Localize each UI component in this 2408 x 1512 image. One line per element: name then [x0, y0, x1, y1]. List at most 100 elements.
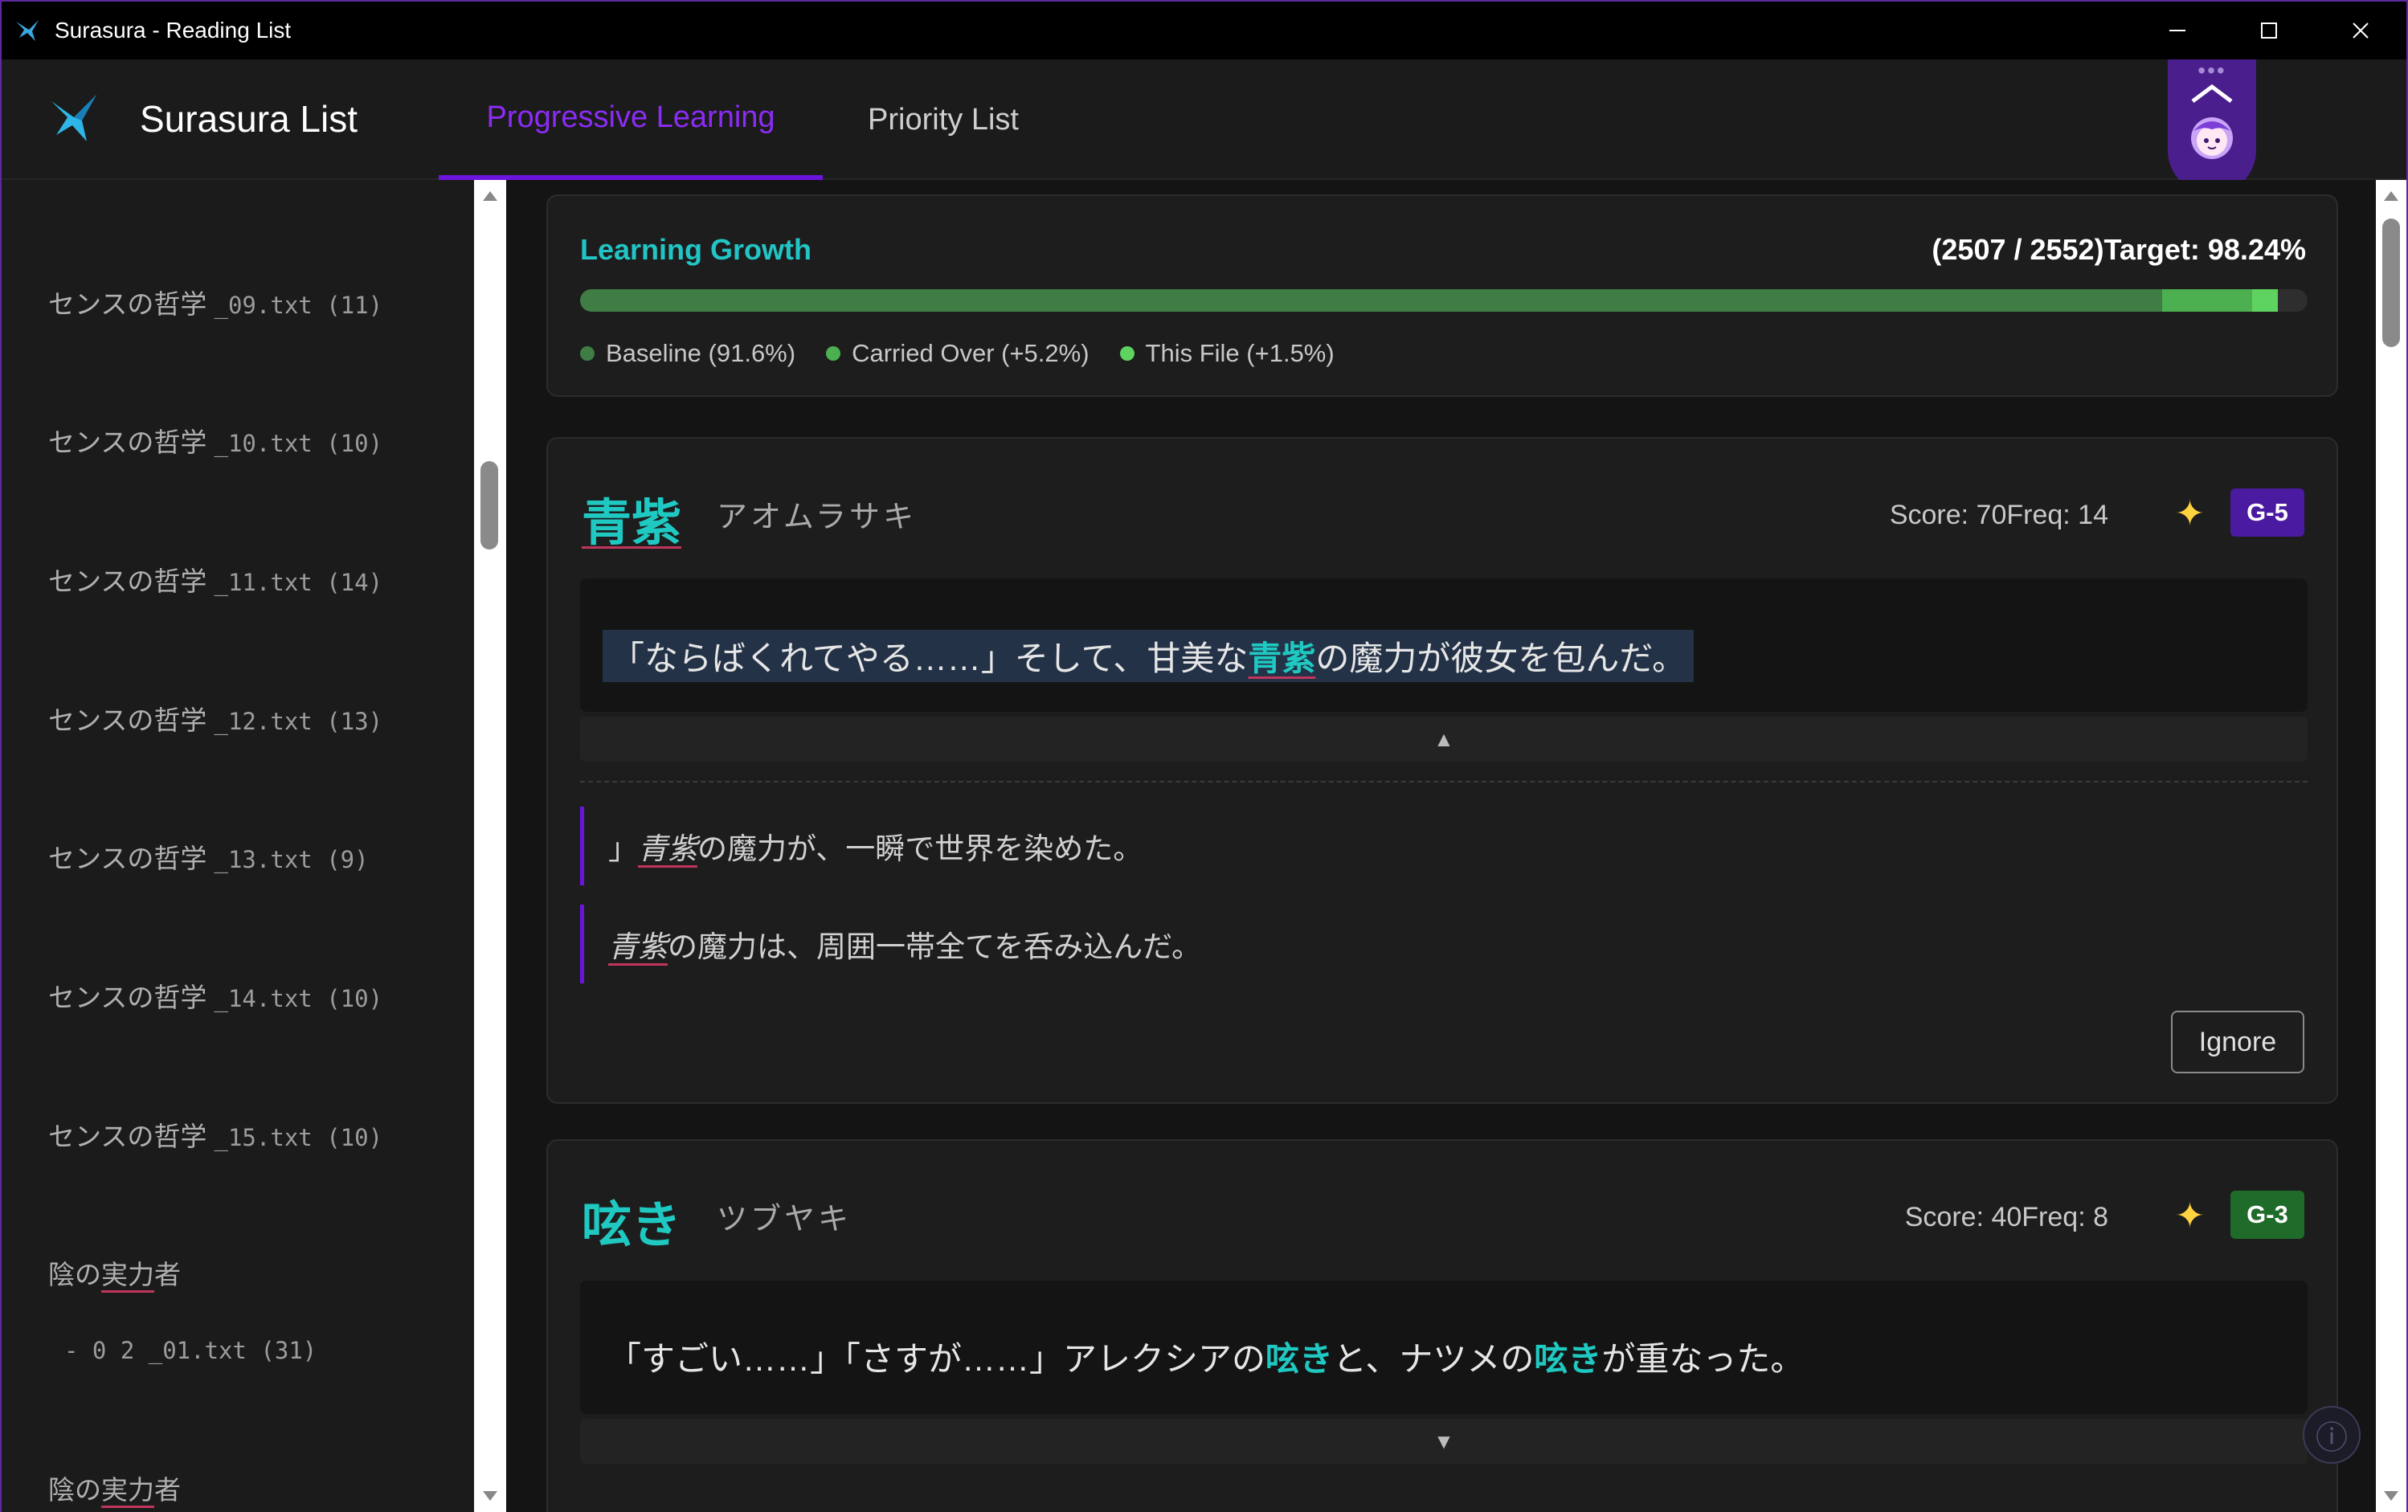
sidebar-subitem[interactable]: - 0 2 _01.txt (31) — [64, 1337, 317, 1364]
collapse-examples-toggle[interactable]: ▲ — [580, 717, 2308, 762]
word-score: Score: 40Freq: 8 — [1904, 1202, 2108, 1232]
sidebar-item-title: センスの哲学 — [48, 1122, 215, 1151]
sentence-text: が重なった。 — [1601, 1340, 1805, 1378]
grade-badge: G-5 — [2230, 488, 2304, 537]
group-title-part: 陰の — [48, 1475, 101, 1505]
growth-title: Learning Growth — [580, 233, 812, 266]
sidebar-item-title: センスの哲学 — [48, 427, 215, 457]
sidebar-scrollbar[interactable] — [474, 180, 506, 1512]
sidebar-scroll-thumb[interactable] — [480, 461, 498, 550]
example-text: の魔力は、周囲一帯全てを呑み込んだ。 — [668, 930, 1202, 963]
grade-badge: G-3 — [2230, 1191, 2304, 1239]
sidebar-group-title[interactable]: 陰の実力者 — [48, 1469, 181, 1507]
example-sentence: 」青紫 の魔力が、一瞬で世界を染めた。 — [580, 807, 1143, 885]
minimize-button[interactable] — [2132, 2, 2223, 59]
legend-label: Carried Over (+5.2%) — [852, 339, 1090, 367]
sidebar-item[interactable]: センスの哲学 _14.txt (10) — [48, 976, 382, 1015]
sidebar-item-file: _11.txt (14) — [214, 569, 383, 596]
example-highlight: 青紫 — [638, 832, 697, 865]
sidebar: センスの哲学 _09.txt (11) センスの哲学 _10.txt (10) … — [2, 180, 474, 1512]
hummingbird-icon — [14, 16, 43, 45]
more-dots-icon: ••• — [2197, 58, 2226, 83]
expand-examples-toggle[interactable]: ▼ — [580, 1419, 2308, 1464]
close-button[interactable] — [2315, 2, 2406, 59]
word-reading: ツブヤキ — [717, 1203, 852, 1236]
sidebar-item[interactable]: センスの哲学 _11.txt (14) — [48, 560, 382, 599]
word-heading: 呟き — [582, 1198, 682, 1253]
maximize-button[interactable] — [2223, 2, 2315, 59]
sidebar-item-title: センスの哲学 — [48, 289, 215, 319]
main-scrollbar[interactable] — [2376, 180, 2406, 1512]
group-title-part: 陰の — [48, 1260, 101, 1289]
word-heading: 青紫 — [582, 496, 682, 551]
example-text: 」 — [608, 832, 638, 865]
scroll-down-arrow-icon[interactable] — [2382, 1490, 2400, 1502]
sentence-highlight: 青紫 — [1248, 640, 1316, 677]
context-sentence[interactable]: 「すごい……」「さすが……」アレクシアの呟きと、ナツメの呟きが重なった。 — [607, 1332, 1804, 1381]
sentence-text: 「すごい……」「さすが……」アレクシアの — [607, 1340, 1266, 1378]
sentence-text: の魔力が彼女を包んだ。 — [1315, 640, 1686, 677]
info-icon[interactable]: ⓘ — [2303, 1406, 2361, 1464]
sentence-box: 「すごい……」「さすが……」アレクシアの呟きと、ナツメの呟きが重なった。 — [580, 1281, 2308, 1414]
ignore-button[interactable]: Ignore — [2171, 1011, 2304, 1073]
group-title-underlined: 実力 — [101, 1260, 154, 1289]
legend-label: Baseline (91.6%) — [606, 339, 796, 367]
maximize-icon — [2261, 22, 2277, 39]
sidebar-item-title: センスの哲学 — [48, 705, 215, 735]
sentence-box: 「ならばくれてやる……」そして、甘美な青紫の魔力が彼女を包んだ。 — [580, 578, 2308, 712]
growth-target: (2507 / 2552)Target: 98.24% — [1932, 233, 2306, 266]
sidebar-item[interactable]: センスの哲学 _10.txt (10) — [48, 421, 382, 460]
word-score: Score: 70Freq: 14 — [1889, 500, 2108, 530]
context-sentence[interactable]: 「ならばくれてやる……」そして、甘美な青紫の魔力が彼女を包んだ。 — [603, 630, 1695, 682]
tab-priority-list[interactable]: Priority List — [823, 59, 1064, 180]
mascot-collapse-button[interactable]: ••• — [2168, 59, 2256, 194]
divider — [580, 781, 2308, 783]
sidebar-item-title: センスの哲学 — [48, 844, 215, 873]
legend-dot-icon — [580, 346, 595, 361]
brand: Surasura List — [47, 90, 358, 148]
sentence-highlight: 呟き — [1265, 1340, 1334, 1378]
hummingbird-logo-icon — [47, 90, 104, 148]
sidebar-item[interactable]: センスの哲学 _12.txt (13) — [48, 699, 382, 738]
word-card: 青紫 アオムラサキ Score: 70Freq: 14 ✦ G-5 「ならばくれ… — [546, 437, 2338, 1104]
group-title-part: 者 — [154, 1475, 181, 1505]
sidebar-item-file: _14.txt (10) — [214, 985, 383, 1012]
main-content: Learning Growth (2507 / 2552)Target: 98.… — [506, 180, 2379, 1512]
example-sentence: 青紫 の魔力は、周囲一帯全てを呑み込んだ。 — [580, 905, 1201, 983]
legend-dot-icon — [826, 346, 841, 361]
minimize-icon — [2169, 30, 2185, 31]
brand-title: Surasura List — [140, 98, 358, 140]
scroll-up-arrow-icon[interactable] — [2382, 190, 2400, 202]
growth-legend: Baseline (91.6%) Carried Over (+5.2%) Th… — [580, 339, 1365, 368]
scroll-up-arrow-icon[interactable] — [481, 190, 499, 202]
sidebar-item-file: _12.txt (13) — [214, 708, 383, 735]
legend-label: This File (+1.5%) — [1145, 339, 1335, 367]
this-file-segment — [2252, 289, 2279, 312]
tab-progressive-learning[interactable]: Progressive Learning — [439, 59, 823, 180]
window-title: Surasura - Reading List — [55, 18, 292, 43]
baseline-segment — [580, 289, 2163, 312]
group-title-part: 者 — [154, 1260, 181, 1289]
word-reading: アオムラサキ — [717, 501, 917, 534]
sparkle-star-icon[interactable]: ✦ — [2175, 1195, 2205, 1236]
legend-this-file: This File (+1.5%) — [1119, 339, 1335, 368]
app-header: Surasura List Progressive Learning Prior… — [2, 59, 2406, 194]
word-card: 呟き ツブヤキ Score: 40Freq: 8 ✦ G-3 「すごい……」「さ… — [546, 1139, 2338, 1512]
carried-over-segment — [2162, 289, 2253, 312]
close-icon — [2353, 22, 2369, 39]
sidebar-item[interactable]: センスの哲学 _15.txt (10) — [48, 1115, 382, 1154]
scroll-down-arrow-icon[interactable] — [481, 1490, 499, 1502]
main-scroll-thumb[interactable] — [2382, 219, 2400, 347]
sidebar-item[interactable]: センスの哲学 _13.txt (9) — [48, 837, 369, 876]
sidebar-item-file: _15.txt (10) — [214, 1124, 383, 1151]
sidebar-group-title[interactable]: 陰の実力者 — [48, 1253, 181, 1292]
sidebar-item-file: _10.txt (10) — [214, 430, 383, 457]
growth-progress-bar — [580, 289, 2308, 312]
chevron-up-icon — [2189, 84, 2234, 108]
group-title-underlined: 実力 — [101, 1475, 154, 1505]
sparkle-star-icon[interactable]: ✦ — [2175, 493, 2205, 534]
sidebar-item[interactable]: センスの哲学 _09.txt (11) — [48, 283, 382, 321]
sentence-text: 「ならばくれてやる……」そして、甘美な — [611, 640, 1249, 677]
mascot-face-icon — [2187, 112, 2237, 166]
example-text: の魔力が、一瞬で世界を染めた。 — [697, 832, 1143, 865]
